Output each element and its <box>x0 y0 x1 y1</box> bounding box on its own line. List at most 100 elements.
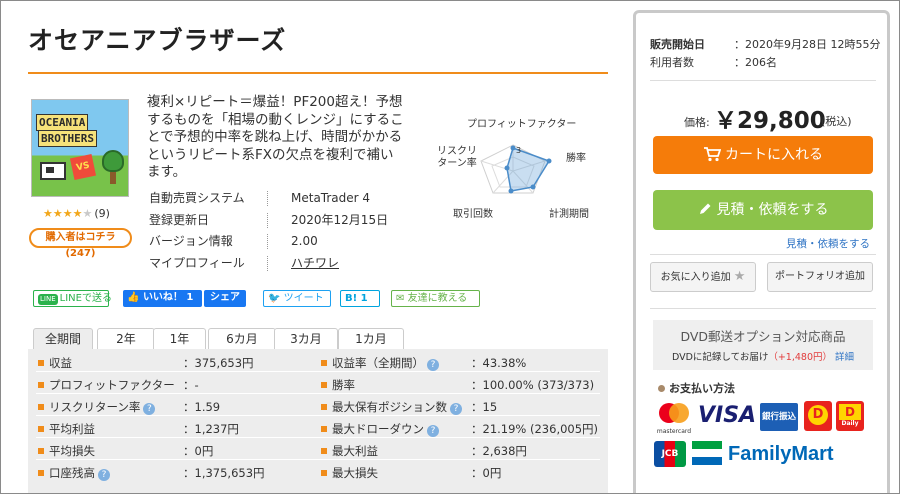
help-icon[interactable]: ? <box>143 403 156 415</box>
daily-logo-d: D <box>804 401 832 431</box>
estimate-request-label: 見積・依頼をする <box>716 202 829 218</box>
payment-methods-title: お支払い方法 <box>658 380 735 396</box>
tax-note: (税込) <box>821 115 852 128</box>
radar-scale-label: 3 <box>516 146 521 155</box>
stat-value: ：0円 <box>183 444 214 458</box>
star-rating: ★★★★★ (9) <box>43 207 110 220</box>
bullet-square <box>321 382 327 388</box>
add-portfolio-button[interactable]: ポートフォリオ追加 <box>767 262 873 292</box>
info-value: MetaTrader 4 <box>291 191 371 205</box>
stat-avg-profit: 平均利益 <box>38 419 95 439</box>
radar-label-trades: 取引回数 <box>453 209 493 220</box>
info-key: マイプロフィール <box>149 255 245 270</box>
tree-illustration <box>102 150 124 172</box>
hatena-bookmark-button[interactable]: B! 1 <box>340 290 380 307</box>
stat-label: 平均損失 <box>49 444 95 458</box>
product-description: 複利×リピート＝爆益！PF200超え！予想するものを「相場の動くレンジ」にするこ… <box>147 94 404 180</box>
mastercard-text: mastercard <box>656 428 692 435</box>
facebook-share-button[interactable]: シェア <box>204 290 246 307</box>
dvd-note: DVDに記録してお届け（+1,480円） 詳細 <box>653 349 873 363</box>
vs-badge: VS <box>69 153 97 181</box>
stat-profit: 収益 <box>38 353 72 373</box>
dvd-detail-link[interactable]: 詳細 <box>835 352 854 363</box>
estimate-request-button[interactable]: 見積・依頼をする <box>653 190 873 230</box>
facebook-like-button[interactable]: 👍 いいね！ 1 <box>123 290 202 307</box>
stat-max-drawdown: 最大ドローダウン? <box>321 419 439 439</box>
familymart-mark <box>692 441 722 467</box>
buyers-link-button[interactable]: 購入者はコチラ(247) <box>29 228 132 259</box>
stat-label: 口座残高 <box>49 466 95 480</box>
mail-icon: ✉ <box>396 293 405 304</box>
cart-icon <box>704 147 722 162</box>
stat-value: ：1,237円 <box>183 422 239 436</box>
info-row-updated: 登録更新日 2020年12月15日 <box>149 210 459 232</box>
tweet-label: ツイート <box>283 293 324 304</box>
stat-label: リスクリターン率 <box>49 400 141 414</box>
sale-start-value: ：2020年9月28日 12時55分 <box>734 38 881 51</box>
tab-all-period[interactable]: 全期間 <box>33 328 93 350</box>
stat-value: ：43.38% <box>471 356 527 370</box>
users-value: ：206名 <box>734 56 777 69</box>
bullet-square <box>38 382 44 388</box>
tab-1-year[interactable]: 1年 <box>153 328 206 350</box>
tab-2-years[interactable]: 2年 <box>97 328 155 350</box>
radar-label-pf: プロフィットファクター <box>467 119 577 130</box>
product-thumbnail[interactable]: OCEANIA BROTHERS VS <box>31 99 129 197</box>
mail-friend-label: 友達に教える <box>407 293 468 304</box>
mail-friend-button[interactable]: ✉ 友達に教える <box>391 290 480 307</box>
bullet-square <box>38 404 44 410</box>
info-row-profile: マイプロフィール ハチワレ <box>149 253 459 275</box>
bullet-square <box>321 404 327 410</box>
radar-point <box>504 165 510 171</box>
stat-value: ：- <box>183 378 199 392</box>
stat-max-profit: 最大利益 <box>321 441 378 461</box>
add-to-cart-button[interactable]: カートに入れる <box>653 136 873 174</box>
add-favorite-button[interactable]: お気に入り追加 ★ <box>650 262 756 292</box>
profile-link[interactable]: ハチワレ <box>291 253 339 274</box>
dvd-price: （+1,480円） <box>768 352 833 363</box>
help-icon[interactable]: ? <box>450 403 462 415</box>
thumb-logo-line1: OCEANIA <box>36 114 89 131</box>
radar-label-period: 計測期間 <box>549 209 589 220</box>
star-icon: ★★★★ <box>43 207 83 220</box>
stat-value: ：1,375,653円 <box>183 466 265 480</box>
stat-label: 勝率 <box>332 378 355 392</box>
radar-chart: 3 プロフィットファクター 勝率 計測期間 取引回数 リスクリターン率 <box>421 111 606 223</box>
visa-logo: VISA <box>698 403 757 428</box>
daily-badge-text: Daily <box>841 420 859 427</box>
jcb-logo: JCB <box>654 441 686 467</box>
stat-value: ：15 <box>471 400 498 414</box>
tab-1-month[interactable]: 1カ月 <box>338 328 404 350</box>
dvd-note-text: DVDに記録してお届け <box>671 352 769 363</box>
tab-6-months[interactable]: 6カ月 <box>208 328 276 350</box>
stat-label: 平均利益 <box>49 422 95 436</box>
stat-balance: 口座残高? <box>38 463 110 483</box>
stat-max-positions: 最大保有ポジション数? <box>321 397 462 417</box>
line-share-button[interactable]: LINE LINEで送る <box>33 290 112 307</box>
tab-3-months[interactable]: 3カ月 <box>274 328 338 350</box>
page-title: オセアニアブラザーズ <box>28 26 287 55</box>
help-icon[interactable]: ? <box>427 359 439 371</box>
panel-divider <box>650 308 876 309</box>
page-frame: オセアニアブラザーズ OCEANIA BROTHERS VS ★★★★★ (9) … <box>0 0 900 494</box>
stat-value: ：100.00% (373/373) <box>471 378 595 392</box>
help-icon[interactable]: ? <box>98 469 110 481</box>
tree-trunk <box>110 172 116 184</box>
bullet-dot <box>658 385 665 392</box>
add-to-cart-label: カートに入れる <box>725 147 823 163</box>
star-empty-icon: ★ <box>82 207 93 220</box>
info-separator <box>267 191 268 206</box>
price-value: ￥29,800 <box>714 108 826 134</box>
pencil-icon <box>699 203 710 214</box>
help-icon[interactable]: ? <box>427 425 439 437</box>
stat-label: 最大保有ポジション数 <box>332 400 447 414</box>
tweet-button[interactable]: 🐦 ツイート <box>263 290 331 307</box>
stat-label: 最大損失 <box>332 466 378 480</box>
stat-value: ：0円 <box>471 466 502 480</box>
info-key: 自動売買システム <box>149 191 245 205</box>
info-value: 2.00 <box>291 234 318 248</box>
bullet-square <box>321 360 327 366</box>
estimate-request-link[interactable]: 見積・依頼をする <box>786 236 870 251</box>
bullet-square <box>321 470 327 476</box>
daily-badge-mark: D <box>839 404 861 420</box>
